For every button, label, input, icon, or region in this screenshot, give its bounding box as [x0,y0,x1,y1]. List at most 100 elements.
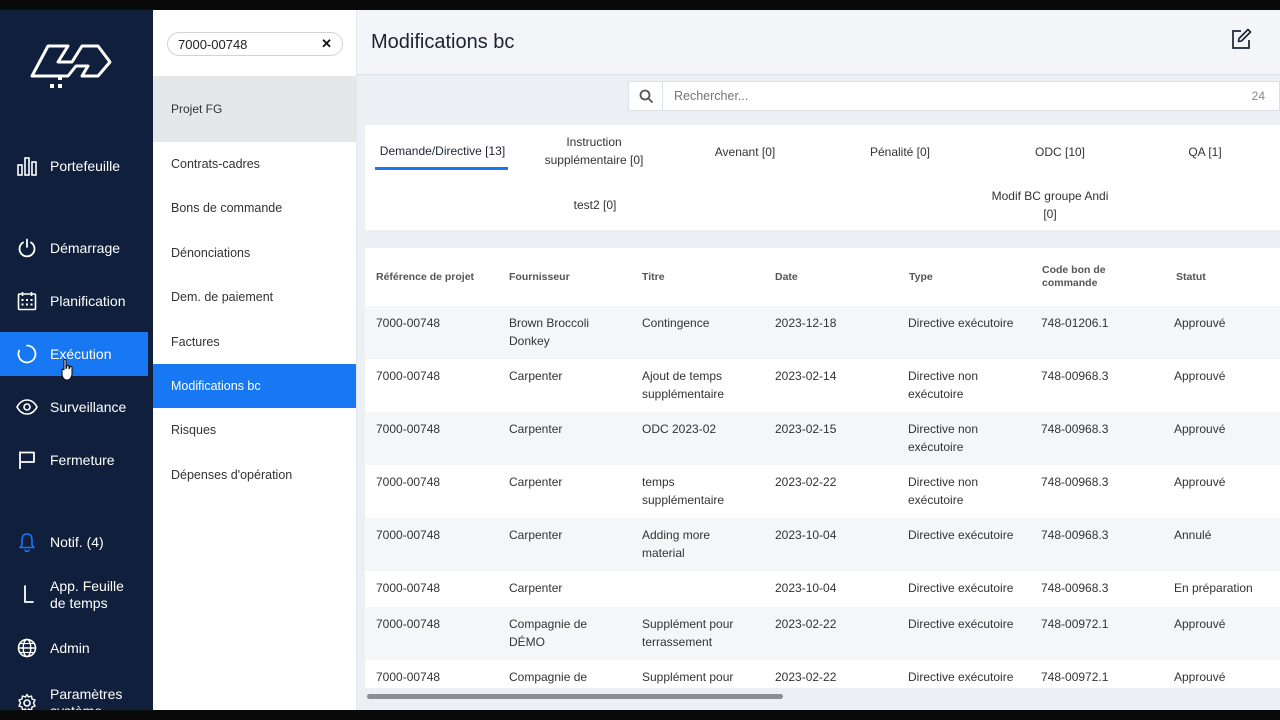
nav-item-planification[interactable]: Planification [0,279,148,323]
nav-item-surveillance[interactable]: Surveillance [0,385,148,429]
cell-title: ODC 2023-02 [642,422,717,436]
subnav-item-factures[interactable]: Factures [153,320,356,364]
nav-item-timesheet[interactable]: App. Feuille de temps [0,568,148,622]
table-row[interactable]: 7000-00748 Carpenter temps supplémentair… [365,465,1280,518]
cell-status: En préparation [1174,581,1253,595]
cell-po-code: 748-01206.1 [1041,316,1109,330]
cell-date: 2023-02-22 [775,617,837,631]
nav-item-label: Surveillance [50,398,127,415]
tab-penalite[interactable]: Pénalité [0] [850,143,950,161]
clear-icon[interactable]: ✕ [321,36,332,52]
column-header[interactable]: Fournisseur [509,248,629,306]
subnav-item-contrats-cadres[interactable]: Contrats-cadres [153,142,356,186]
column-header[interactable]: Type [909,248,1029,306]
column-header[interactable]: Statut [1176,248,1276,306]
cell-type: Directive exécutoire [908,528,1014,542]
main-sidebar: Portefeuille Démarrage Planification Exé… [0,10,153,710]
cell-po-code: 748-00968.3 [1041,422,1109,436]
cell-title: Adding more material [642,528,711,560]
tab-label: Modif BC groupe Andi [0] [991,189,1109,221]
table-row[interactable]: 7000-00748 Carpenter 2023-10-04 Directiv… [365,571,1280,607]
nav-item-admin[interactable]: Admin [0,626,148,670]
cell-project-ref: 7000-00748 [376,581,441,595]
tab-odc[interactable]: ODC [10] [1010,143,1110,161]
tab-qa[interactable]: QA [1] [1165,143,1245,161]
subnav-item-bons-de-commande[interactable]: Bons de commande [153,186,356,230]
table-row[interactable]: 7000-00748 Carpenter Ajout de temps supp… [365,359,1280,412]
cell-supplier: Carpenter [509,581,563,595]
column-header[interactable]: Titre [642,248,762,306]
subnav-item-modifications-bc[interactable]: Modifications bc [153,364,356,408]
column-header[interactable]: Code bon de commande [1042,248,1142,306]
data-table: Référence de projet Fournisseur Titre Da… [365,248,1280,688]
eye-icon [16,396,38,418]
tab-modif-bc-groupe-andi[interactable]: Modif BC groupe Andi [0] [985,187,1115,223]
edit-icon[interactable] [1230,28,1252,50]
nav-item-demarrage[interactable]: Démarrage [0,226,148,270]
cell-project-ref: 7000-00748 [376,369,441,383]
cell-project-ref: 7000-00748 [376,422,441,436]
clock-hand-icon [16,584,38,606]
cell-po-code: 748-00968.3 [1041,581,1109,595]
tab-label: Pénalité [0] [869,145,931,159]
tab-demande-directive[interactable]: Demande/Directive [13] [375,142,510,160]
cell-type: Directive non exécutoire [908,369,979,401]
circle-progress-icon [16,343,38,365]
cell-date: 2023-10-04 [775,581,837,595]
nav-item-execution[interactable]: Exécution [0,332,148,376]
cell-type: Directive exécutoire [908,316,1014,330]
table-row[interactable]: 7000-00748 Brown Broccoli Donkey Conting… [365,306,1280,359]
subnav-item-dem-paiement[interactable]: Dem. de paiement [153,275,356,319]
cell-project-ref: 7000-00748 [376,316,441,330]
project-name[interactable]: Projet FG [153,76,356,142]
cell-supplier: Carpenter [509,369,563,383]
horizontal-scrollbar[interactable] [365,690,1280,702]
cell-project-ref: 7000-00748 [376,475,441,489]
tab-label: Avenant [0] [714,145,776,159]
bar-chart-icon [16,155,38,177]
project-search-value: 7000-00748 [178,36,248,52]
subnav-item-risques[interactable]: Risques [153,408,356,452]
subnav-item-depenses[interactable]: Dépenses d'opération [153,453,356,497]
nav-item-label: Portefeuille [50,157,121,174]
cell-date: 2023-02-15 [775,422,837,436]
cell-po-code: 748-00972.1 [1041,617,1109,631]
table-row[interactable]: 7000-00748 Carpenter Adding more materia… [365,518,1280,571]
search-icon[interactable] [629,81,663,111]
project-search-chip[interactable]: 7000-00748 ✕ [167,32,343,56]
tab-test2[interactable]: test2 [0] [545,196,645,214]
cell-po-code: 748-00968.3 [1041,475,1109,489]
subnav-item-label: Contrats-cadres [171,157,260,171]
cell-date: 2023-12-18 [775,316,837,330]
nav-item-label: Planification [50,292,126,309]
subnav-item-denonciations[interactable]: Dénonciations [153,231,356,275]
cell-title: temps supplémentaire [642,475,725,507]
tab-avenant[interactable]: Avenant [0] [695,143,795,161]
tab-label: QA [1] [1188,145,1222,159]
column-header[interactable]: Date [775,248,895,306]
flag-icon [16,449,38,471]
tab-instruction-supplementaire[interactable]: Instruction supplémentaire [0] [535,133,653,169]
nav-item-portefeuille[interactable]: Portefeuille [0,144,148,188]
nav-item-notifications[interactable]: Notif. (4) [0,520,148,564]
globe-icon [16,637,38,659]
nav-item-settings[interactable]: Paramètres système [0,680,148,710]
cell-project-ref: 7000-00748 [376,617,441,631]
bell-icon [16,531,38,553]
app-window: Portefeuille Démarrage Planification Exé… [0,10,1280,710]
subnav-item-label: Dénonciations [171,246,251,260]
scrollbar-thumb[interactable] [367,694,783,699]
table-row[interactable]: 7000-00748 Compagnie de DÉMO Supplément … [365,607,1280,660]
page-title: Modifications bc [371,31,515,53]
column-header[interactable]: Référence de projet [376,248,496,306]
table-row[interactable]: 7000-00748 Compagnie de Supplément pour … [365,660,1280,688]
cell-date: 2023-02-22 [775,475,837,489]
page-header: Modifications bc [357,10,1280,75]
tab-label: ODC [10] [1034,145,1085,159]
search-input[interactable] [663,82,1239,110]
nav-item-fermeture[interactable]: Fermeture [0,438,148,482]
tab-label: Demande/Directive [13] [379,144,506,158]
table-row[interactable]: 7000-00748 Carpenter ODC 2023-02 2023-02… [365,412,1280,465]
cell-type: Directive exécutoire [908,617,1014,631]
subnav-item-label: Bons de commande [171,201,283,215]
